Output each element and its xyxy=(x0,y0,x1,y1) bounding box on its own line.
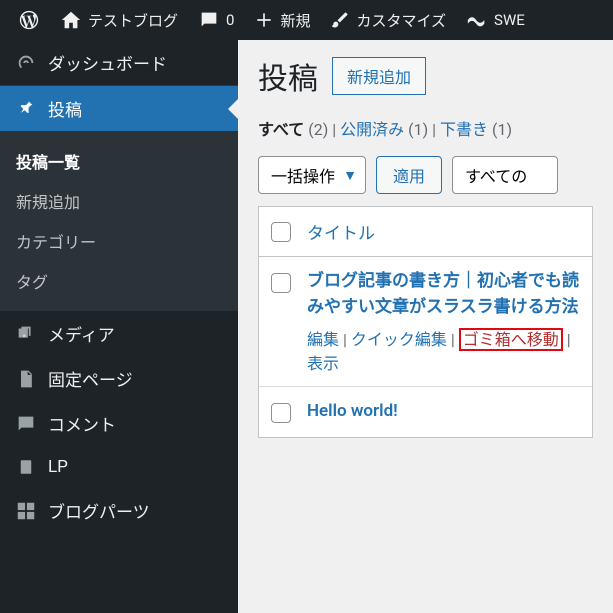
menu-posts[interactable]: 投稿 xyxy=(0,86,238,131)
filter-all-label[interactable]: すべて xyxy=(258,120,304,139)
filter-published[interactable]: 公開済み xyxy=(340,120,404,139)
menu-blog-parts[interactable]: ブログパーツ xyxy=(0,488,238,533)
menu-lp-label: LP xyxy=(48,457,68,477)
new-content-link[interactable]: 新規 xyxy=(244,0,320,40)
menu-media-label: メディア xyxy=(48,321,115,346)
menu-blog-parts-label: ブログパーツ xyxy=(48,498,150,523)
comments-count: 0 xyxy=(226,11,234,29)
bulk-action-value: 一括操作 xyxy=(271,163,335,187)
menu-comments-label: コメント xyxy=(48,411,116,436)
action-view[interactable]: 表示 xyxy=(307,354,339,373)
menu-lp[interactable]: LP xyxy=(0,446,238,488)
row-checkbox[interactable] xyxy=(271,403,291,423)
customize-label: カスタマイズ xyxy=(356,10,446,31)
row-body: Hello world! xyxy=(307,399,580,425)
media-icon xyxy=(14,323,38,345)
swe-label: SWE xyxy=(494,11,525,29)
submenu-tags[interactable]: タグ xyxy=(0,261,238,301)
action-quick-edit[interactable]: クイック編集 xyxy=(351,330,447,349)
page-icon xyxy=(14,368,38,390)
brush-icon xyxy=(330,10,350,30)
gauge-icon xyxy=(14,52,38,74)
row-checkbox[interactable] xyxy=(271,273,291,293)
comments-link[interactable]: 0 xyxy=(188,0,244,40)
action-sep: | xyxy=(343,330,351,349)
chevron-down-icon: ▼ xyxy=(343,167,357,184)
menu-dashboard[interactable]: ダッシュボード xyxy=(0,40,238,85)
filter-draft-count: (1) xyxy=(492,120,512,139)
wordpress-icon xyxy=(18,9,40,31)
main-content: 投稿 新規追加 すべて (2) | 公開済み (1) | 下書き (1) 一括操… xyxy=(238,40,613,613)
grid-icon xyxy=(14,500,38,522)
column-title[interactable]: タイトル xyxy=(307,219,375,244)
action-sep: | xyxy=(567,330,571,349)
menu-comments[interactable]: コメント xyxy=(0,401,238,446)
row-actions: 編集 | クイック編集 | ゴミ箱へ移動 | 表示 xyxy=(307,326,580,374)
bulk-controls: 一括操作 ▼ 適用 すべての xyxy=(258,156,593,194)
bulk-action-select[interactable]: 一括操作 ▼ xyxy=(258,156,366,194)
page-header: 投稿 新規追加 xyxy=(258,54,593,98)
post-title-link[interactable]: ブログ記事の書き方｜初心者でも読みやすい文章がスラスラ書ける方法 xyxy=(307,271,579,317)
status-filters: すべて (2) | 公開済み (1) | 下書き (1) xyxy=(258,116,593,140)
admin-sidebar: ダッシュボード 投稿 投稿一覧 新規追加 カテゴリー タグ メディア 固定ページ… xyxy=(0,40,238,613)
site-home-link[interactable]: テストブログ xyxy=(50,0,188,40)
select-all-checkbox[interactable] xyxy=(271,222,291,242)
plus-icon xyxy=(254,10,274,30)
action-edit[interactable]: 編集 xyxy=(307,330,339,349)
add-new-button[interactable]: 新規追加 xyxy=(332,57,426,95)
comment-icon xyxy=(14,413,38,435)
pin-icon xyxy=(14,98,38,120)
filter-sep: | xyxy=(432,120,440,139)
category-filter-value: すべての xyxy=(465,163,527,187)
swe-link[interactable]: SWE xyxy=(456,0,535,40)
category-filter-select[interactable]: すべての xyxy=(452,156,558,194)
table-row: ブログ記事の書き方｜初心者でも読みやすい文章がスラスラ書ける方法 編集 | クイ… xyxy=(259,257,592,387)
customize-link[interactable]: カスタマイズ xyxy=(320,0,456,40)
new-label: 新規 xyxy=(280,10,310,31)
filter-published-count: (1) xyxy=(408,120,428,139)
page-title: 投稿 xyxy=(258,54,318,98)
row-body: ブログ記事の書き方｜初心者でも読みやすい文章がスラスラ書ける方法 編集 | クイ… xyxy=(307,269,580,374)
site-name: テストブログ xyxy=(88,10,178,31)
home-icon xyxy=(60,9,82,31)
menu-posts-label: 投稿 xyxy=(48,96,82,121)
submenu-categories[interactable]: カテゴリー xyxy=(0,221,238,261)
table-header: タイトル xyxy=(259,207,592,257)
filter-draft[interactable]: 下書き xyxy=(440,120,488,139)
post-title-link[interactable]: Hello world! xyxy=(307,401,398,421)
wp-logo-menu[interactable] xyxy=(8,0,50,40)
comment-icon xyxy=(198,9,220,31)
admin-bar: テストブログ 0 新規 カスタマイズ SWE xyxy=(0,0,613,40)
document-icon xyxy=(14,456,38,478)
posts-submenu: 投稿一覧 新規追加 カテゴリー タグ xyxy=(0,131,238,311)
menu-dashboard-label: ダッシュボード xyxy=(48,50,167,75)
menu-pages[interactable]: 固定ページ xyxy=(0,356,238,401)
action-trash[interactable]: ゴミ箱へ移動 xyxy=(459,328,563,351)
menu-pages-label: 固定ページ xyxy=(48,366,133,391)
menu-media[interactable]: メディア xyxy=(0,311,238,356)
action-sep: | xyxy=(451,330,459,349)
submenu-add-new[interactable]: 新規追加 xyxy=(0,181,238,221)
apply-button[interactable]: 適用 xyxy=(376,156,442,194)
filter-all-count: (2) xyxy=(308,120,328,139)
submenu-all-posts[interactable]: 投稿一覧 xyxy=(0,141,238,181)
swell-icon xyxy=(466,9,488,31)
filter-sep: | xyxy=(332,120,340,139)
table-row: Hello world! xyxy=(259,387,592,437)
posts-table: タイトル ブログ記事の書き方｜初心者でも読みやすい文章がスラスラ書ける方法 編集… xyxy=(258,206,593,438)
